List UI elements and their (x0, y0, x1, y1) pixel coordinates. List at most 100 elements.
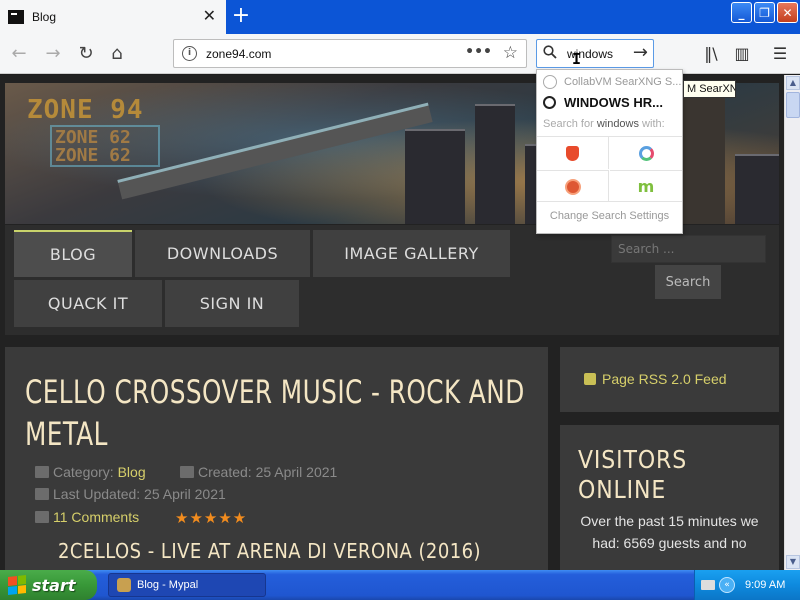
engine-suggestion-row[interactable]: CollabVM SearXNG S... (537, 72, 682, 92)
article-comments[interactable]: 11 Comments (35, 509, 139, 525)
calendar-icon (180, 466, 194, 478)
article-card: CELLO CROSSOVER MUSIC - ROCK AND METAL C… (5, 347, 548, 570)
forward-arrow-icon[interactable]: → (42, 43, 64, 65)
search-go-arrow-icon[interactable]: → (633, 42, 648, 63)
brave-icon (566, 145, 579, 161)
menu-item-quack-it[interactable]: QUACK IT (14, 280, 162, 327)
mojeek-icon: m (637, 177, 655, 196)
article-created: Created: 25 April 2021 (180, 464, 337, 480)
engine-brave[interactable] (537, 137, 609, 169)
hint-term: windows (596, 118, 639, 130)
history-clock-icon (543, 96, 556, 109)
url-bar[interactable]: i zone94.com ••• ☆ (173, 39, 527, 68)
rss-label[interactable]: Page RSS 2.0 Feed (602, 371, 727, 387)
minimize-button[interactable]: _ (731, 2, 752, 23)
start-label: start (32, 575, 76, 595)
article-subtitle: 2CELLOS - LIVE AT ARENA DI VERONA (2016) (58, 539, 482, 563)
window-controls: _ ❐ ✕ (731, 2, 798, 23)
created-date: Created: 25 April 2021 (198, 464, 338, 480)
windows-flag-icon (8, 575, 26, 595)
globe-icon (543, 75, 557, 89)
logo-sub-line-2: ZONE 62 (55, 145, 131, 166)
site-favicon-icon (8, 10, 24, 24)
search-suggestions-popup: CollabVM SearXNG S... WINDOWS HR... Sear… (536, 69, 683, 234)
one-click-engines: m (537, 136, 682, 202)
library-icon[interactable]: ‖\ (700, 43, 722, 65)
banner-train (117, 102, 433, 200)
visitors-text: Over the past 15 minutes we had: 6569 gu… (580, 513, 759, 551)
system-tray: « 9:09 AM (694, 570, 800, 600)
banner-building (475, 104, 515, 224)
site-search-button[interactable]: Search (655, 265, 721, 299)
engine-mojeek[interactable]: m (610, 170, 682, 202)
engine-suggestion-text: CollabVM SearXNG S... (564, 76, 682, 88)
site-logo[interactable]: ZONE 94 (27, 95, 144, 125)
navigation-toolbar: ← → ↻ ⌂ i zone94.com ••• ☆ windows → ‖\ … (0, 34, 800, 74)
search-with-hint: Search for windows with: (543, 118, 665, 130)
banner-building (735, 154, 779, 224)
hint-prefix: Search for (543, 118, 597, 130)
page-scrollbar[interactable]: ▲ ▼ (784, 75, 800, 570)
hint-suffix: with: (639, 118, 665, 130)
scroll-down-icon[interactable]: ▼ (786, 555, 800, 569)
category-label: Category: (53, 464, 118, 480)
qwant-icon (638, 145, 654, 161)
taskbar-item-mypal[interactable]: Blog - Mypal (108, 573, 266, 597)
engine-qwant[interactable] (610, 137, 682, 169)
taskbar: start Blog - Mypal « 9:09 AM (0, 570, 800, 600)
article-title[interactable]: CELLO CROSSOVER MUSIC - ROCK AND METAL (25, 371, 532, 455)
rating-stars[interactable]: ★★★★★ (175, 509, 247, 527)
tray-clock[interactable]: 9:09 AM (745, 579, 785, 591)
page-actions-icon[interactable]: ••• (465, 44, 492, 60)
comments-link[interactable]: 11 Comments (53, 509, 139, 525)
banner-building (405, 129, 465, 224)
close-window-button[interactable]: ✕ (777, 2, 798, 23)
url-text[interactable]: zone94.com (206, 47, 271, 61)
site-info-icon[interactable]: i (182, 46, 197, 61)
rss-module: Page RSS 2.0 Feed (560, 347, 779, 412)
menu-item-sign-in[interactable]: SIGN IN (165, 280, 299, 327)
browser-tab-strip: Blog ✕ + _ ❐ ✕ (0, 0, 800, 34)
hamburger-menu-icon[interactable]: ☰ (769, 43, 791, 65)
mypal-icon (117, 578, 131, 592)
engine-duckduckgo[interactable] (537, 170, 609, 202)
new-tab-button[interactable]: + (230, 5, 252, 27)
menu-item-downloads[interactable]: DOWNLOADS (135, 230, 310, 277)
duckduckgo-icon (564, 178, 581, 195)
comment-icon (35, 511, 49, 523)
menu-item-blog[interactable]: BLOG (14, 230, 132, 277)
start-button[interactable]: start (0, 570, 97, 600)
change-search-settings[interactable]: Change Search Settings (537, 210, 682, 222)
tray-expand-icon[interactable]: « (719, 577, 735, 593)
logo-subtext: ZONE 62 ZONE 62 (55, 129, 131, 165)
text-cursor-icon: I (572, 50, 582, 68)
tooltip: M SearXNG (683, 80, 736, 98)
history-suggestion-text: WINDOWS HR... (564, 95, 663, 110)
history-suggestion-row[interactable]: WINDOWS HR... (537, 92, 682, 114)
back-arrow-icon[interactable]: ← (8, 43, 30, 65)
scroll-thumb[interactable] (786, 92, 800, 118)
article-category: Category: Blog (35, 464, 146, 480)
taskbar-item-label: Blog - Mypal (137, 579, 199, 591)
tab-blog[interactable]: Blog ✕ (0, 0, 226, 34)
sidebar-toggle-icon[interactable]: ▥ (731, 43, 753, 65)
keyboard-icon[interactable] (701, 580, 715, 590)
bookmark-star-icon[interactable]: ☆ (503, 43, 518, 63)
calendar-icon (35, 488, 49, 500)
browser-search-input[interactable]: windows → (536, 39, 654, 68)
search-icon (543, 45, 557, 59)
menu-item-image-gallery[interactable]: IMAGE GALLERY (313, 230, 510, 277)
reload-icon[interactable]: ↻ (75, 43, 97, 65)
visitors-module: VISITORS ONLINE Over the past 15 minutes… (560, 425, 779, 570)
home-icon[interactable]: ⌂ (106, 43, 128, 65)
folder-icon (35, 466, 49, 478)
rss-feed-link[interactable]: Page RSS 2.0 Feed (584, 371, 727, 387)
scroll-up-icon[interactable]: ▲ (786, 76, 800, 90)
tab-title: Blog (32, 10, 57, 24)
category-link[interactable]: Blog (118, 464, 146, 480)
maximize-button[interactable]: ❐ (754, 2, 775, 23)
tab-close-icon[interactable]: ✕ (203, 8, 216, 24)
site-search-input[interactable]: Search ... (611, 235, 766, 263)
visitors-title: VISITORS ONLINE (578, 445, 688, 504)
rss-icon (584, 373, 596, 385)
